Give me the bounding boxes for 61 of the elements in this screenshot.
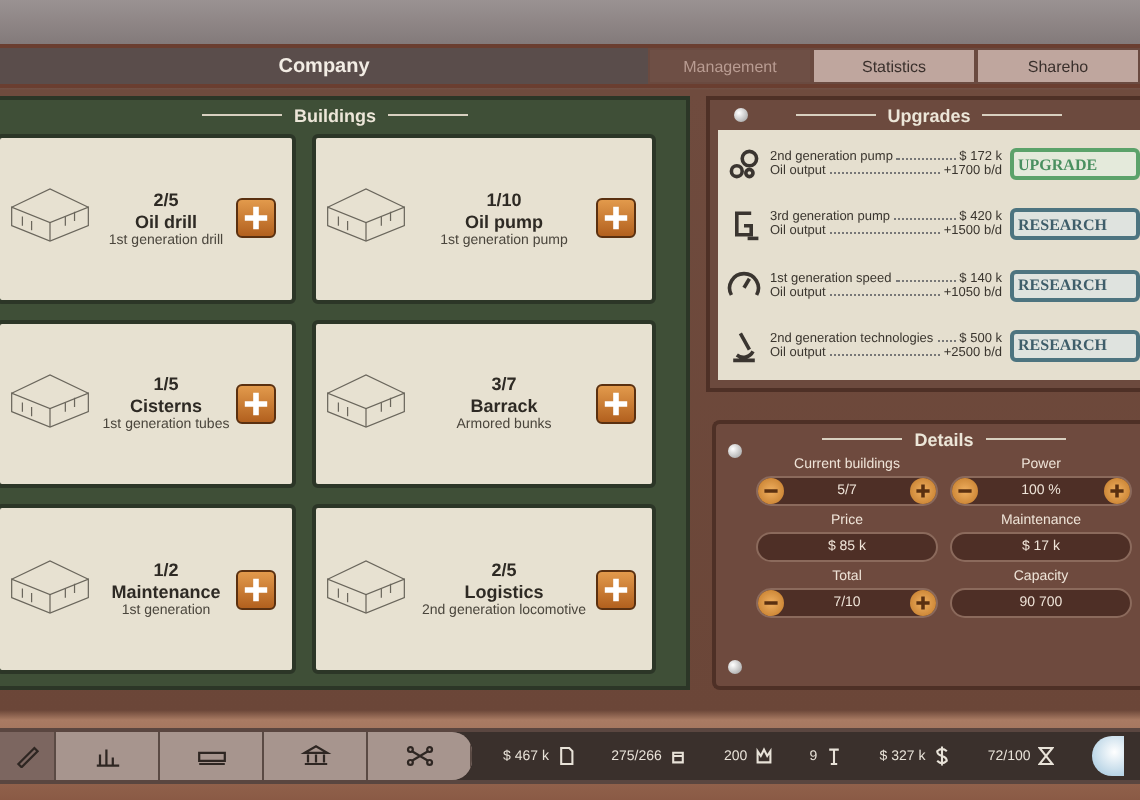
rivet-icon — [728, 660, 742, 674]
panel-title: Upgrades — [887, 105, 971, 125]
add-button[interactable] — [236, 383, 276, 424]
pencil-icon — [11, 744, 43, 768]
dollar-icon — [933, 746, 950, 766]
rivet-icon — [728, 444, 742, 458]
minus-button[interactable] — [952, 478, 978, 504]
building-count: 3/7 — [491, 374, 517, 397]
add-button[interactable] — [236, 569, 276, 610]
building-name: Logistics — [464, 582, 544, 603]
building-name: Barrack — [470, 396, 538, 417]
bar-chart-icon — [91, 744, 123, 768]
research-button[interactable]: RESEARCH — [1010, 269, 1140, 302]
rivet-icon — [734, 108, 748, 122]
crown-icon — [755, 746, 772, 766]
minus-button[interactable] — [758, 478, 784, 504]
research-button[interactable]: RESEARCH — [1010, 329, 1140, 362]
network-icon — [403, 744, 435, 768]
tower-icon — [825, 746, 842, 766]
building-name: Oil pump — [465, 211, 543, 233]
globe-icon — [1092, 736, 1125, 776]
header-tab[interactable]: Statistics — [812, 48, 976, 84]
plus-icon — [602, 575, 630, 604]
toolbar-tab[interactable] — [56, 732, 160, 780]
hourglass-icon — [1038, 746, 1055, 766]
building-name: Cisterns — [129, 396, 202, 417]
building-name: Maintenance — [111, 582, 221, 603]
plus-button[interactable] — [910, 590, 936, 616]
plus-icon — [602, 204, 630, 233]
add-button[interactable] — [596, 198, 636, 239]
building-count: 1/2 — [153, 560, 179, 583]
building-count: 2/5 — [153, 189, 179, 212]
plus-icon — [1105, 480, 1128, 502]
toolbar-tab[interactable] — [0, 732, 56, 780]
toolbar-tab[interactable] — [264, 732, 368, 780]
building-count: 2/5 — [491, 560, 517, 583]
toolbar-tab[interactable] — [368, 732, 472, 780]
plus-icon — [911, 480, 934, 502]
add-button[interactable] — [596, 569, 636, 610]
building-name: Oil drill — [134, 211, 197, 233]
gears-icon — [726, 146, 762, 183]
plus-icon — [242, 389, 270, 418]
toolbar-tab[interactable] — [160, 732, 264, 780]
plus-icon — [912, 592, 934, 614]
bank-icon — [299, 744, 331, 768]
panel-title: Details — [914, 429, 974, 449]
plus-icon — [602, 389, 630, 418]
minus-button[interactable] — [758, 590, 784, 616]
header-tab[interactable]: Shareho — [976, 48, 1140, 84]
plus-icon — [242, 575, 270, 604]
research-button[interactable]: RESEARCH — [1010, 208, 1140, 241]
add-button[interactable] — [236, 198, 276, 239]
add-button[interactable] — [596, 383, 636, 424]
window-title: Company — [278, 55, 370, 77]
building-count: 1/5 — [153, 374, 179, 397]
plus-icon — [242, 204, 270, 233]
plus-button[interactable] — [909, 478, 936, 504]
building-count: 1/10 — [486, 189, 522, 212]
plus-button[interactable] — [1103, 478, 1130, 504]
document-icon — [557, 746, 574, 766]
panel-title: Buildings — [294, 105, 376, 125]
